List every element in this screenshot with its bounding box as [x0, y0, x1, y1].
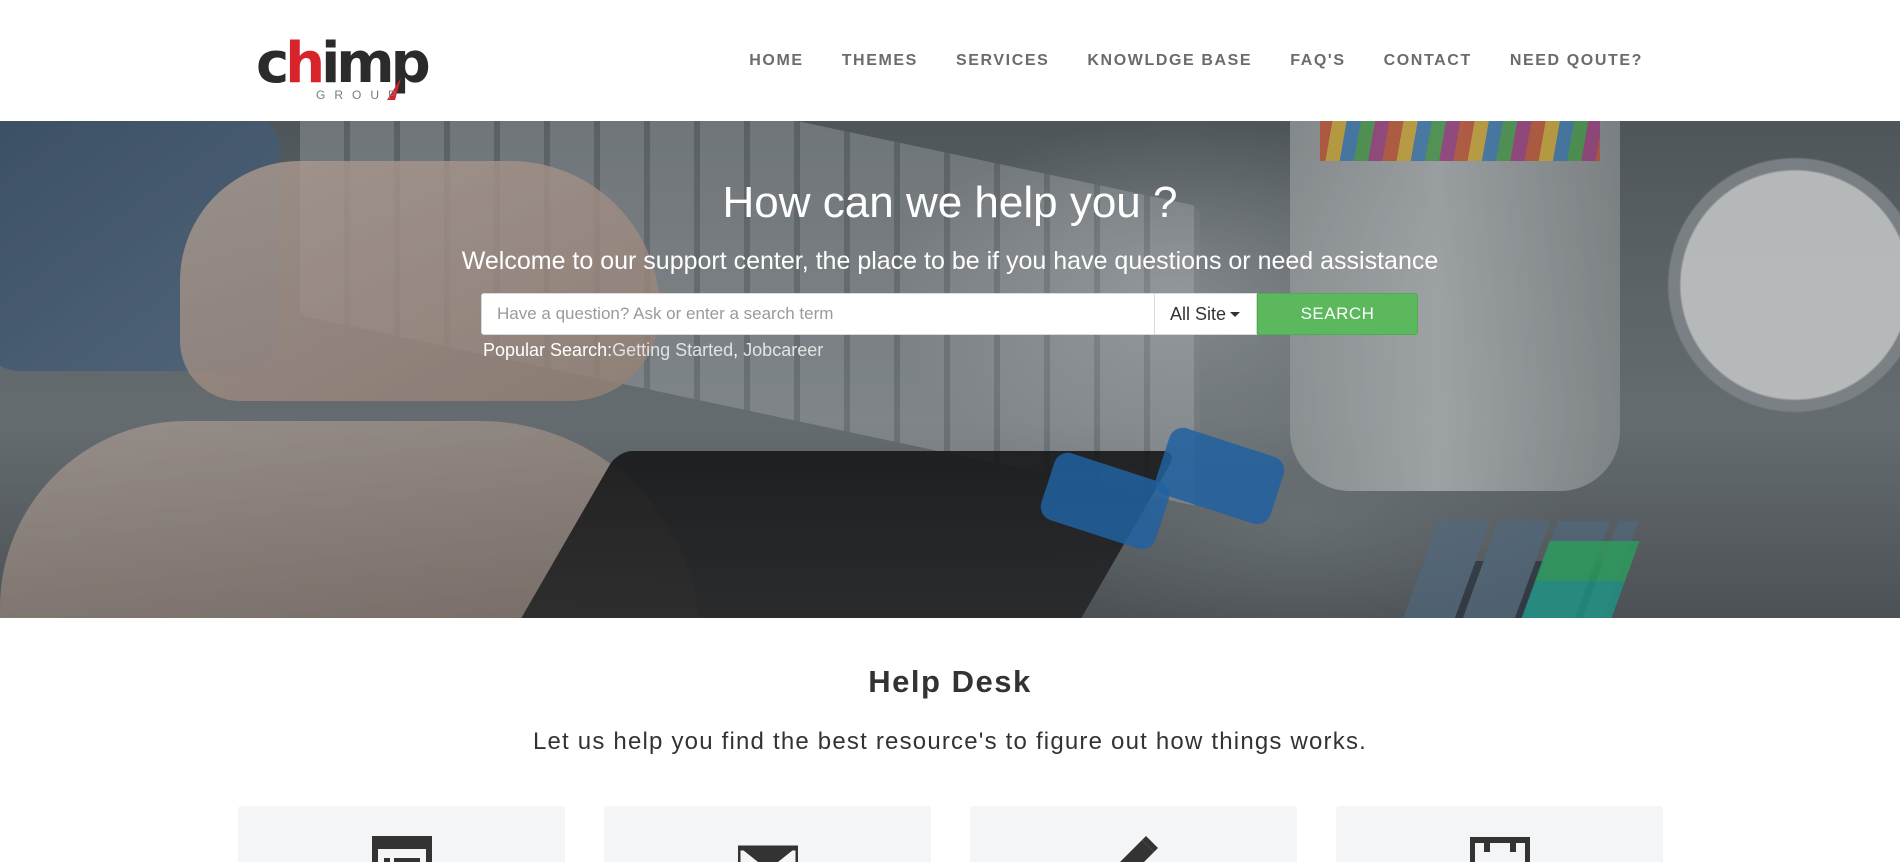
- popular-separator: ,: [733, 340, 744, 360]
- envelope-icon: [737, 845, 798, 862]
- nav-faqs[interactable]: FAQ'S: [1290, 52, 1345, 70]
- nav-need-quote[interactable]: NEED QOUTE?: [1510, 52, 1643, 70]
- logo-wordmark: chimp: [256, 31, 431, 96]
- site-header: chimp GROUP HOME THEMES SERVICES KNOWLDG…: [0, 0, 1900, 121]
- help-card-video[interactable]: [1336, 806, 1663, 862]
- film-icon: [1469, 837, 1530, 862]
- search-scope-label: All Site: [1170, 303, 1227, 324]
- nav-themes[interactable]: THEMES: [842, 52, 918, 70]
- help-card-edit[interactable]: [970, 806, 1297, 862]
- search-bar: All Site SEARCH: [481, 293, 1418, 335]
- hero-title: How can we help you ?: [722, 178, 1178, 227]
- search-scope-dropdown[interactable]: All Site: [1155, 293, 1257, 335]
- nav-home[interactable]: HOME: [749, 52, 803, 70]
- logo-subtitle: GROUP: [316, 88, 406, 102]
- nav-contact[interactable]: CONTACT: [1384, 52, 1472, 70]
- help-card-email[interactable]: [604, 806, 931, 862]
- popular-search-label: Popular Search:: [483, 340, 613, 360]
- search-input[interactable]: [481, 293, 1155, 335]
- document-list-icon: [371, 836, 432, 862]
- pencil-icon: [1119, 836, 1158, 862]
- hero-subtitle: Welcome to our support center, the place…: [461, 247, 1439, 275]
- nav-knowledge-base[interactable]: KNOWLDGE BASE: [1087, 52, 1252, 70]
- caret-down-icon: [1230, 311, 1241, 317]
- main-nav: HOME THEMES SERVICES KNOWLDGE BASE FAQ'S…: [711, 52, 1643, 70]
- popular-link-jobcareer[interactable]: Jobcareer: [743, 340, 823, 360]
- chimp-group-logo[interactable]: chimp GROUP: [256, 34, 436, 104]
- help-desk-title: Help Desk: [868, 664, 1032, 699]
- help-desk-subtitle: Let us help you find the best resource's…: [532, 728, 1368, 755]
- popular-link-getting-started[interactable]: Getting Started: [612, 340, 733, 360]
- nav-services[interactable]: SERVICES: [956, 52, 1049, 70]
- search-button[interactable]: SEARCH: [1257, 293, 1418, 335]
- popular-search: Popular Search:Getting Started, Jobcaree…: [483, 340, 823, 361]
- help-card-documents[interactable]: [238, 806, 565, 862]
- help-desk-cards: [238, 806, 1663, 862]
